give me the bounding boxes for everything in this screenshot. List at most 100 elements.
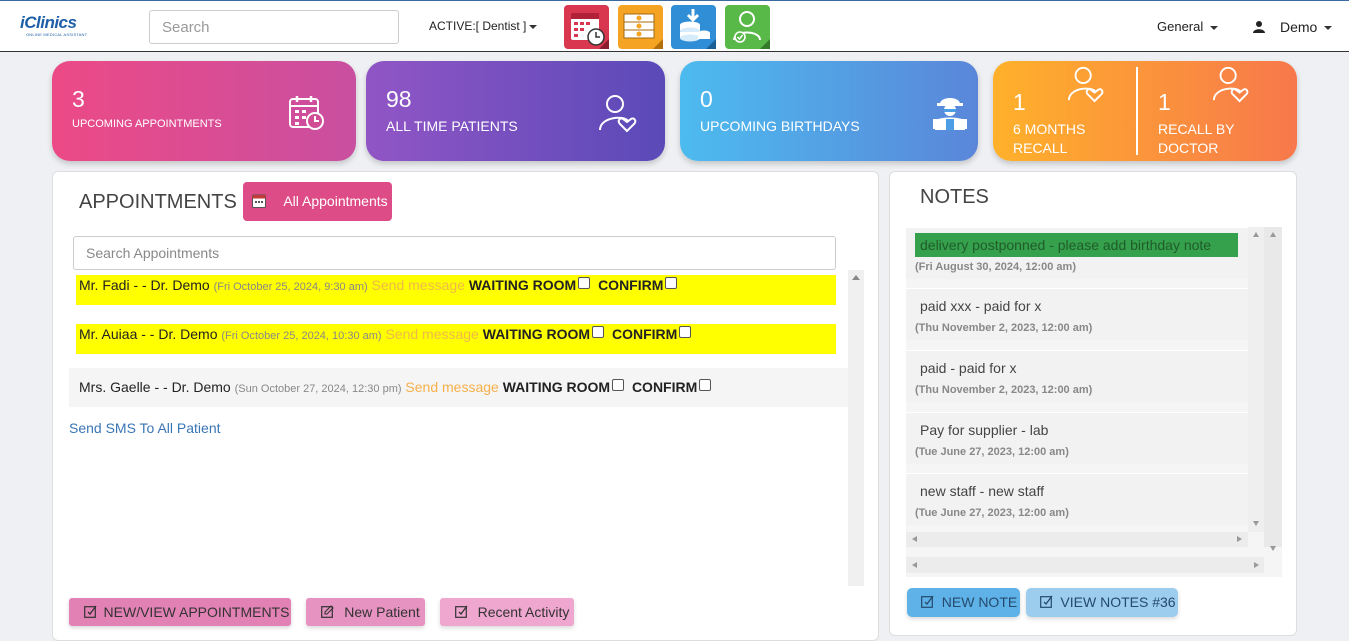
scroll-left-icon[interactable] [912, 562, 917, 568]
confirm-label: CONFIRM [611, 326, 678, 342]
waiting-room-label: WAITING ROOM [468, 277, 577, 293]
birthday-person-icon [933, 98, 967, 130]
app-logo[interactable]: iClinics ONLINE MEDICAL ASSISTANT [20, 13, 87, 41]
database-download-icon[interactable] [670, 4, 717, 50]
note-item[interactable]: delivery postponned - please add birthda… [906, 227, 1248, 279]
all-time-patients-label: ALL TIME PATIENTS [386, 118, 518, 134]
confirm-checkbox[interactable] [699, 379, 712, 391]
new-patient-label: New Patient [344, 604, 420, 620]
upcoming-birthdays-count: 0 [700, 86, 713, 112]
six-months-recall-count: 1 [1013, 89, 1026, 115]
upcoming-appointments-count: 3 [72, 86, 85, 112]
all-appointments-button[interactable]: All Appointments [243, 182, 392, 221]
general-menu-dropdown[interactable]: General [1157, 19, 1218, 34]
new-note-label: NEW NOTE [941, 594, 1018, 610]
user-menu-dropdown[interactable]: Demo [1252, 19, 1333, 35]
waiting-room-checkbox[interactable] [578, 277, 591, 289]
view-notes-label: VIEW NOTES #36 [1060, 594, 1176, 610]
confirm-label: CONFIRM [631, 379, 698, 395]
caret-down-icon [1209, 25, 1218, 30]
appointment-patient[interactable]: Mr. Auiaa - - Dr. Demo [79, 326, 217, 342]
note-text: new staff - new staff [920, 483, 1044, 499]
appointments-panel: APPOINTMENTS All Appointments Mr. Fadi -… [52, 171, 879, 641]
user-heart-icon [1067, 66, 1104, 103]
money-stack-icon[interactable] [617, 4, 664, 50]
calendar-icon [252, 194, 266, 208]
scroll-up-icon[interactable] [1270, 232, 1276, 237]
all-time-patients-card[interactable]: 98 ALL TIME PATIENTS [366, 61, 665, 161]
active-specialty-dropdown[interactable]: ACTIVE:[ Dentist ] [429, 19, 538, 33]
confirm-checkbox[interactable] [665, 277, 678, 289]
logo-tagline: ONLINE MEDICAL ASSISTANT [26, 32, 88, 37]
edit-icon [921, 595, 934, 608]
recall-card: 1 6 MONTHS RECALL 1 RECALL BY DOCTOR [993, 61, 1297, 161]
user-heart-icon [1212, 66, 1249, 103]
global-search-input[interactable] [149, 10, 399, 44]
view-notes-button[interactable]: VIEW NOTES #36 [1026, 588, 1178, 617]
appointment-datetime: (Sun October 27, 2024, 12:30 pm) [234, 383, 402, 395]
waiting-room-checkbox[interactable] [612, 379, 625, 391]
all-time-patients-count: 98 [386, 86, 412, 112]
new-view-appointments-button[interactable]: NEW/VIEW APPOINTMENTS [69, 598, 291, 626]
appointment-patient[interactable]: Mr. Fadi - - Dr. Demo [79, 277, 210, 293]
notes-inner-scrollbar[interactable] [1248, 227, 1264, 532]
send-message-link[interactable]: Send message [405, 379, 498, 395]
user-heart-icon [599, 95, 637, 133]
upcoming-birthdays-card[interactable]: 0 UPCOMING BIRTHDAYS [680, 61, 978, 161]
scroll-down-icon[interactable] [1270, 546, 1276, 551]
logo-text: iClinics [20, 13, 77, 32]
upcoming-appointments-card[interactable]: 3 UPCOMING APPOINTMENTS [52, 61, 356, 161]
new-patient-button[interactable]: New Patient [306, 598, 425, 626]
note-text: paid xxx - paid for x [920, 298, 1042, 314]
appointments-title: APPOINTMENTS [79, 191, 237, 213]
scroll-right-icon[interactable] [1254, 562, 1259, 568]
scroll-up-icon[interactable] [1253, 232, 1259, 237]
appointment-patient[interactable]: Mrs. Gaelle - - Dr. Demo [79, 379, 231, 395]
note-item[interactable]: paid - paid for x (Thu November 2, 2023,… [906, 350, 1248, 402]
confirm-label: CONFIRM [598, 277, 664, 293]
search-appointments-input[interactable] [73, 236, 836, 270]
scroll-left-icon[interactable] [912, 536, 917, 542]
appointments-scrollbar[interactable] [848, 270, 864, 586]
active-specialty-label: ACTIVE:[ Dentist ] [429, 19, 527, 33]
calendar-clock-icon [289, 96, 324, 130]
appointment-row[interactable]: Mr. Fadi - - Dr. Demo (Fri October 25, 2… [69, 270, 848, 309]
note-date: (Thu November 2, 2023, 12:00 am) [915, 384, 1093, 396]
notes-scrollbar[interactable] [1264, 227, 1282, 551]
edit-icon [1040, 595, 1053, 608]
send-message-link[interactable]: Send message [372, 277, 465, 293]
recent-activity-button[interactable]: Recent Activity [440, 598, 574, 626]
note-item[interactable]: paid xxx - paid for x (Thu November 2, 2… [906, 288, 1248, 340]
note-date: (Tue June 27, 2023, 12:00 am) [915, 507, 1069, 519]
note-item[interactable]: Pay for supplier - lab (Tue June 27, 202… [906, 412, 1248, 464]
scroll-up-icon[interactable] [852, 275, 860, 280]
notes-inner-hscrollbar[interactable] [906, 532, 1248, 547]
calendar-clock-icon[interactable] [563, 4, 610, 50]
caret-down-icon [529, 24, 538, 29]
user-check-icon[interactable] [724, 4, 771, 50]
top-navbar: iClinics ONLINE MEDICAL ASSISTANT ACTIVE… [0, 0, 1349, 52]
upcoming-appointments-label: UPCOMING APPOINTMENTS [72, 118, 222, 130]
edit-icon [455, 605, 468, 618]
notes-panel: NOTES delivery postponned - please add b… [889, 171, 1297, 636]
note-date: (Tue June 27, 2023, 12:00 am) [915, 446, 1069, 458]
recall-by-doctor[interactable]: 1 RECALL BY DOCTOR [1138, 61, 1297, 161]
appointment-row[interactable]: Mr. Auiaa - - Dr. Demo (Fri October 25, … [69, 319, 848, 358]
note-item[interactable]: new staff - new staff (Tue June 27, 2023… [906, 473, 1248, 525]
send-sms-all-link[interactable]: Send SMS To All Patient [69, 420, 221, 436]
six-months-recall-label: 6 MONTHS RECALL [1013, 121, 1086, 156]
note-date: (Fri August 30, 2024, 12:00 am) [915, 261, 1076, 273]
scroll-right-icon[interactable] [1237, 536, 1242, 542]
recall-by-doctor-count: 1 [1158, 89, 1171, 115]
notes-title: NOTES [920, 186, 989, 208]
scroll-down-icon[interactable] [1253, 521, 1259, 526]
notes-hscrollbar[interactable] [906, 557, 1264, 573]
confirm-checkbox[interactable] [679, 326, 692, 338]
waiting-room-checkbox[interactable] [592, 326, 605, 338]
appointment-row[interactable]: Mrs. Gaelle - - Dr. Demo (Sun October 27… [69, 368, 848, 407]
send-message-link[interactable]: Send message [385, 326, 478, 342]
note-text: Pay for supplier - lab [920, 422, 1049, 438]
new-note-button[interactable]: NEW NOTE [907, 588, 1020, 617]
appointment-datetime: (Fri October 25, 2024, 10:30 am) [221, 330, 382, 342]
user-icon [1253, 21, 1265, 33]
